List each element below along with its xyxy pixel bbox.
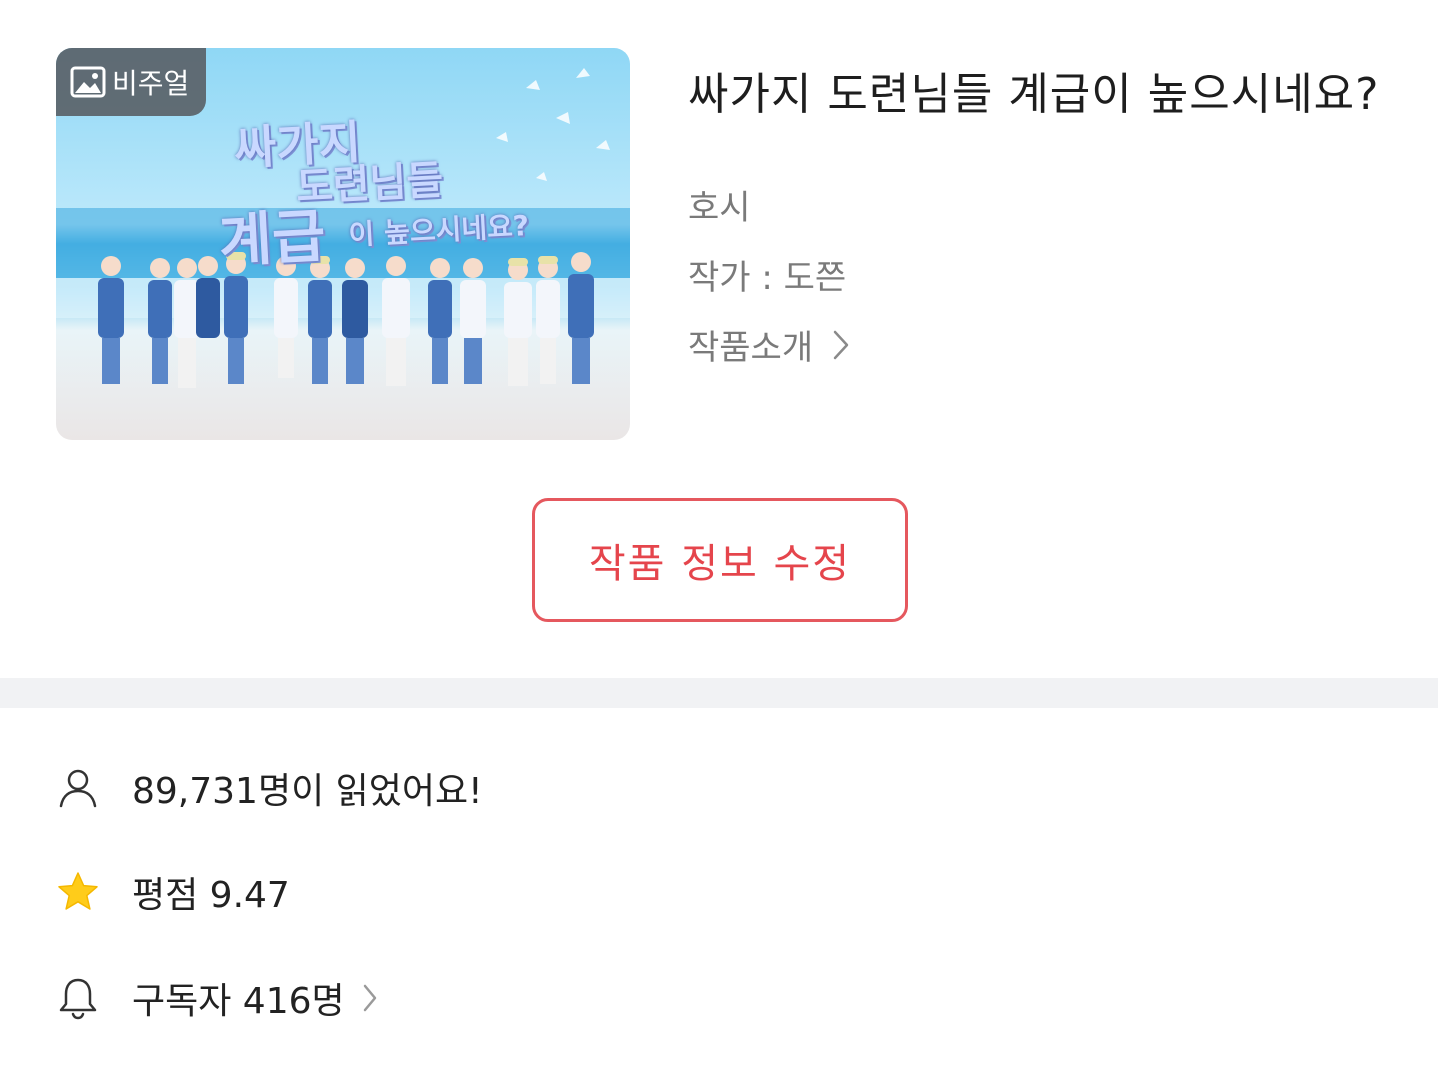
edit-work-info-button[interactable]: 작품 정보 수정	[532, 498, 908, 622]
image-icon	[70, 66, 106, 98]
subscribers-text: 구독자 416명	[132, 981, 345, 1022]
work-genre: 호시	[688, 188, 751, 228]
visual-badge: 비주얼	[56, 48, 206, 116]
section-divider	[0, 678, 1438, 708]
work-detail-page: 싸가지 도련님들 계급 이 높으시네요? 비주얼 싸가지 도련님들 계급이 높으…	[0, 0, 1438, 1078]
readers-stat: 89,731명이 읽었어요!	[56, 762, 483, 814]
chevron-right-icon	[361, 982, 379, 1014]
user-icon	[56, 766, 100, 810]
work-title: 싸가지 도련님들 계급이 높으시네요?	[688, 69, 1380, 120]
work-intro-label: 작품소개	[688, 328, 814, 368]
subscribers-stat[interactable]: 구독자 416명	[56, 972, 379, 1024]
cover-title-art: 싸가지 도련님들 계급 이 높으시네요?	[217, 110, 530, 275]
chevron-right-icon	[831, 328, 851, 362]
work-author: 작가 : 도쯘	[688, 258, 847, 298]
star-icon	[56, 870, 100, 914]
visual-badge-label: 비주얼	[112, 67, 190, 100]
work-intro-link[interactable]: 작품소개	[688, 320, 851, 369]
bell-icon	[56, 976, 100, 1020]
rating-stat: 평점 9.47	[56, 866, 290, 918]
rating-text: 평점 9.47	[132, 875, 290, 916]
readers-count-text: 89,731명이 읽었어요!	[132, 771, 483, 812]
